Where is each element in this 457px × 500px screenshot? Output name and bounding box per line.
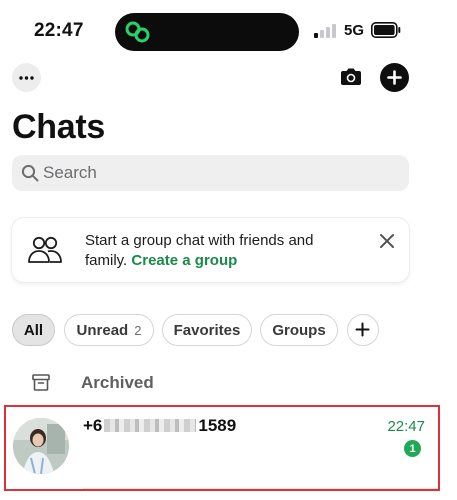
row-divider — [83, 488, 438, 489]
dynamic-island — [115, 13, 299, 51]
banner-text: Start a group chat with friends and fami… — [85, 231, 353, 271]
link-icon — [125, 21, 150, 43]
status-time: 22:47 — [34, 20, 84, 41]
chip-label: Favorites — [173, 321, 241, 339]
more-options-button[interactable] — [12, 63, 41, 92]
chat-timestamp: 22:47 — [387, 418, 425, 435]
chat-name-prefix: +6 — [83, 416, 103, 435]
ellipsis-icon — [19, 75, 34, 80]
plus-icon — [387, 70, 402, 85]
chat-name: +6 1589 — [83, 416, 236, 436]
archived-row[interactable]: Archived — [81, 373, 154, 393]
create-group-link[interactable]: Create a group — [131, 252, 237, 269]
search-bar[interactable] — [12, 155, 409, 191]
avatar — [13, 418, 69, 474]
search-input[interactable] — [43, 155, 393, 191]
search-icon — [21, 164, 39, 182]
chat-list-item[interactable]: +6 1589 22:47 1 — [4, 405, 440, 491]
people-icon — [28, 236, 62, 263]
chip-count: 2 — [134, 322, 142, 338]
filter-chip-groups[interactable]: Groups — [260, 314, 338, 346]
chip-label: All — [23, 321, 44, 339]
filter-chip-all[interactable]: All — [12, 314, 55, 346]
add-filter-button[interactable] — [347, 314, 379, 346]
close-icon[interactable] — [378, 232, 396, 250]
chat-name-suffix: 1589 — [198, 416, 237, 435]
redacted-block — [104, 419, 197, 432]
filter-chip-favorites[interactable]: Favorites — [162, 314, 252, 346]
archive-box-icon — [32, 374, 50, 391]
camera-icon[interactable] — [338, 64, 364, 90]
plus-icon — [355, 322, 370, 337]
unread-badge: 1 — [404, 440, 421, 457]
chats-screen: 22:47 5G Chats Search Start a group chat… — [0, 0, 457, 500]
chip-label: Unread — [76, 321, 129, 339]
signal-icon — [314, 24, 338, 38]
create-group-banner: Start a group chat with friends and fami… — [12, 218, 409, 282]
avatar-image — [13, 418, 69, 474]
page-title: Chats — [12, 108, 105, 146]
battery-icon — [371, 22, 401, 38]
chip-label: Groups — [272, 321, 326, 339]
network-type: 5G — [344, 22, 365, 39]
new-chat-button[interactable] — [380, 63, 409, 92]
filter-chip-unread[interactable]: Unread 2 — [64, 314, 154, 346]
